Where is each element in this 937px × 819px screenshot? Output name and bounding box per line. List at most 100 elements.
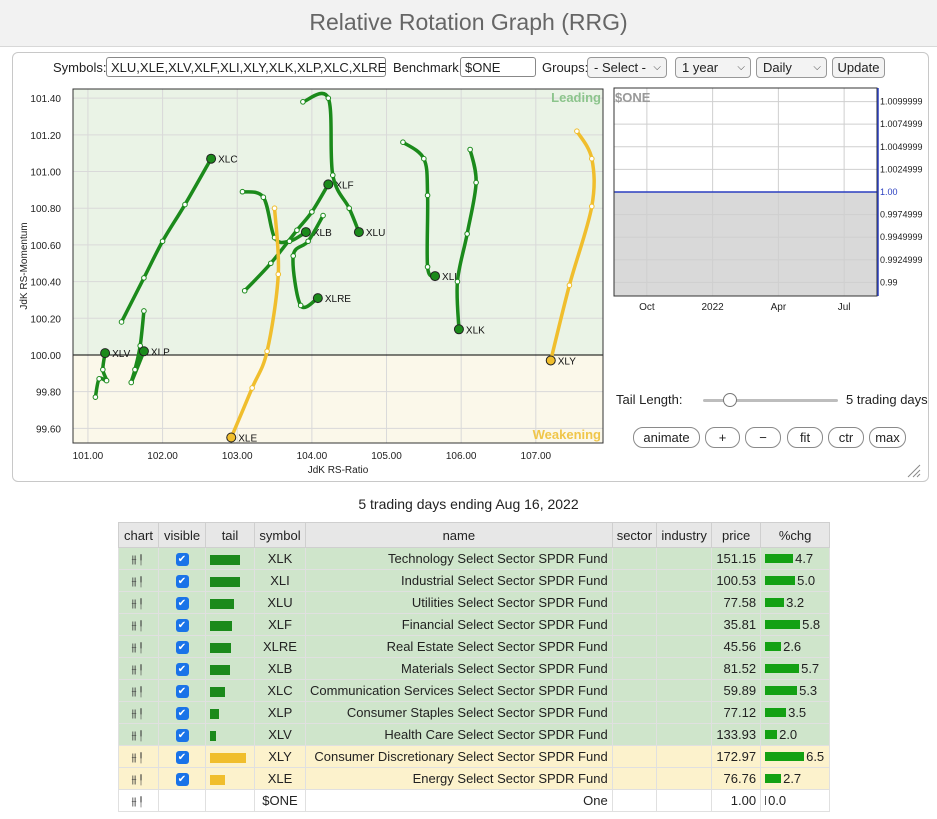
tail-length-slider-handle[interactable] bbox=[723, 393, 737, 407]
tail-point bbox=[100, 366, 106, 373]
table-row[interactable]: ⫵╿ ✔ XLP Consumer Staples Select Sector SPD… bbox=[118, 701, 831, 724]
table-row[interactable]: ⫵╿ ✔ XLB Materials Select Sector SPDR Fund 8… bbox=[118, 657, 831, 680]
column-header-sector[interactable]: sector bbox=[611, 522, 658, 548]
visible-checkbox[interactable]: ✔ bbox=[175, 553, 189, 567]
candlestick-chart-icon[interactable]: ⫵╿ bbox=[131, 620, 146, 632]
candlestick-chart-icon[interactable]: ⫵╿ bbox=[131, 774, 146, 786]
column-header-industry[interactable]: industry bbox=[656, 522, 713, 548]
table-row[interactable]: ⫵╿ ✔ XLE Energy Select Sector SPDR Fund 76.7… bbox=[118, 767, 831, 790]
head-point[interactable] bbox=[430, 271, 441, 282]
tail-point bbox=[320, 212, 326, 219]
candlestick-chart-icon[interactable]: ⫵╿ bbox=[131, 598, 146, 610]
center-button[interactable]: ctr bbox=[828, 427, 864, 448]
column-header-visible[interactable]: visible bbox=[158, 522, 206, 548]
y-tick-label: 1.00 bbox=[880, 187, 898, 197]
tail-length-slider[interactable] bbox=[703, 393, 838, 407]
pct-change-bar bbox=[765, 598, 785, 607]
price-cell: 81.52 bbox=[711, 657, 762, 680]
update-button[interactable]: Update bbox=[832, 57, 885, 78]
table-row[interactable]: ⫵╿ $ONE One 1.00 0.0 bbox=[118, 789, 831, 812]
zoom-in-button[interactable]: + bbox=[705, 427, 740, 448]
candlestick-chart-icon[interactable]: ⫵╿ bbox=[131, 554, 146, 566]
column-header-chart[interactable]: chart bbox=[118, 522, 159, 548]
column-header-price[interactable]: price bbox=[711, 522, 762, 548]
head-point[interactable] bbox=[138, 346, 149, 357]
head-point[interactable] bbox=[206, 153, 217, 164]
table-row[interactable]: ⫵╿ ✔ XLF Financial Select Sector SPDR Fund 3… bbox=[118, 613, 831, 636]
sector-cell bbox=[611, 767, 658, 790]
head-point[interactable] bbox=[545, 355, 556, 366]
leading-quadrant-label: Leading bbox=[551, 90, 601, 105]
head-point[interactable] bbox=[300, 227, 311, 238]
head-point[interactable] bbox=[100, 348, 111, 359]
column-header-tail[interactable]: tail bbox=[205, 522, 255, 548]
symbol-cell: XLC bbox=[254, 679, 306, 702]
visible-checkbox[interactable]: ✔ bbox=[175, 641, 189, 655]
period-select[interactable]: 1 year ⌵ bbox=[675, 57, 751, 78]
visible-checkbox[interactable]: ✔ bbox=[175, 685, 189, 699]
table-row[interactable]: ⫵╿ ✔ XLU Utilities Select Sector SPDR Fund 7… bbox=[118, 591, 831, 614]
table-row[interactable]: ⫵╿ ✔ XLV Health Care Select Sector SPDR Fun… bbox=[118, 723, 831, 746]
max-button[interactable]: max bbox=[869, 427, 906, 448]
visible-checkbox[interactable]: ✔ bbox=[175, 751, 189, 765]
industry-cell bbox=[656, 767, 713, 790]
head-point[interactable] bbox=[226, 432, 237, 443]
tail-point bbox=[305, 238, 311, 245]
x-axis-title: JdK RS-Ratio bbox=[308, 465, 369, 476]
column-header-symbol[interactable]: symbol bbox=[254, 522, 306, 548]
zoom-out-button[interactable]: − bbox=[745, 427, 781, 448]
pct-change-bar bbox=[765, 686, 798, 695]
candlestick-chart-icon[interactable]: ⫵╿ bbox=[131, 730, 146, 742]
table-row[interactable]: ⫵╿ ✔ XLI Industrial Select Sector SPDR Fund… bbox=[118, 569, 831, 592]
tail-point bbox=[400, 139, 406, 145]
candlestick-chart-icon[interactable]: ⫵╿ bbox=[131, 576, 146, 588]
tail-point bbox=[297, 302, 304, 309]
y-tick-label: 99.80 bbox=[36, 388, 61, 399]
candlestick-chart-icon[interactable]: ⫵╿ bbox=[131, 708, 146, 720]
frequency-select[interactable]: Daily ⌵ bbox=[756, 57, 827, 78]
fit-button[interactable]: fit bbox=[787, 427, 823, 448]
tail-bar bbox=[210, 664, 230, 675]
candlestick-chart-icon[interactable]: ⫵╿ bbox=[131, 796, 146, 808]
visible-checkbox[interactable]: ✔ bbox=[175, 707, 189, 721]
column-header-pctchg[interactable]: %chg bbox=[760, 522, 831, 548]
y-tick-label: 0.9924999 bbox=[880, 255, 923, 265]
symbol-cell: XLB bbox=[254, 657, 306, 680]
price-cell: 133.93 bbox=[711, 723, 762, 746]
table-row[interactable]: ⫵╿ ✔ XLRE Real Estate Select Sector SPDR Fu… bbox=[118, 635, 831, 658]
pct-change-cell: 5.0 bbox=[760, 569, 831, 592]
y-tick-label: 99.60 bbox=[36, 424, 61, 435]
tail-bar bbox=[210, 554, 240, 565]
tail-point bbox=[464, 231, 470, 237]
visible-checkbox[interactable]: ✔ bbox=[175, 597, 189, 611]
visible-checkbox[interactable]: ✔ bbox=[175, 619, 189, 633]
table-row[interactable]: ⫵╿ ✔ XLK Technology Select Sector SPDR Fund… bbox=[118, 547, 831, 570]
head-point[interactable] bbox=[353, 227, 364, 238]
candlestick-chart-icon[interactable]: ⫵╿ bbox=[131, 664, 146, 676]
visible-checkbox[interactable]: ✔ bbox=[175, 729, 189, 743]
weakening-quadrant-label: Weakening bbox=[533, 427, 601, 442]
tail-point bbox=[290, 253, 297, 259]
visible-checkbox[interactable]: ✔ bbox=[175, 575, 189, 589]
candlestick-chart-icon[interactable]: ⫵╿ bbox=[131, 642, 146, 654]
animate-button[interactable]: animate bbox=[633, 427, 700, 448]
candlestick-chart-icon[interactable]: ⫵╿ bbox=[131, 686, 146, 698]
head-point[interactable] bbox=[453, 324, 464, 335]
y-tick-label: 100.40 bbox=[30, 278, 61, 289]
resize-handle-icon[interactable] bbox=[906, 463, 922, 479]
visible-checkbox[interactable]: ✔ bbox=[175, 663, 189, 677]
table-row[interactable]: ⫵╿ ✔ XLY Consumer Discretionary Select Sect… bbox=[118, 745, 831, 768]
visible-checkbox[interactable]: ✔ bbox=[175, 773, 189, 787]
column-header-name[interactable]: name bbox=[305, 522, 613, 548]
y-tick-label: 100.00 bbox=[30, 351, 61, 362]
head-point[interactable] bbox=[312, 293, 323, 304]
head-point[interactable] bbox=[323, 179, 334, 190]
candlestick-chart-icon[interactable]: ⫵╿ bbox=[131, 752, 146, 764]
pct-change-cell: 2.6 bbox=[760, 635, 831, 658]
tail-bar bbox=[210, 576, 240, 587]
y-tick-label: 101.00 bbox=[30, 168, 61, 179]
chevron-down-icon: ⌵ bbox=[653, 62, 661, 73]
name-cell: Real Estate Select Sector SPDR Fund bbox=[305, 635, 613, 658]
name-cell: Consumer Discretionary Select Sector SPD… bbox=[305, 745, 613, 768]
table-row[interactable]: ⫵╿ ✔ XLC Communication Services Select Sect… bbox=[118, 679, 831, 702]
